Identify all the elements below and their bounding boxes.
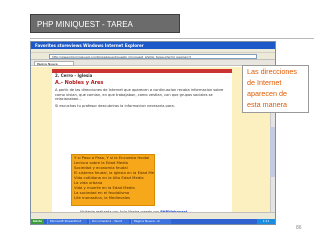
page-second-paragraph: Si escuchas tu profesor descubriras la i…: [55, 103, 175, 108]
annotation-callout: Las direcciones de Internet aparecen de …: [242, 65, 309, 113]
scroll-thumb[interactable]: [270, 127, 275, 177]
slide-page-number: 86: [296, 225, 302, 231]
link-item[interactable]: Life monastica, la Medievales: [72, 195, 154, 200]
taskbar-item[interactable]: Pagina Nueva - In: [131, 219, 171, 224]
browser-window: Favorites storeviews Windows Internet Ex…: [30, 41, 276, 225]
callout-line: de Internet: [247, 78, 282, 87]
windows-taskbar: Inicio Microsoft PowerPoint Documento1 -…: [31, 219, 275, 224]
slide-title: PHP MINIQUEST - TAREA: [30, 14, 180, 33]
taskbar-item[interactable]: Microsoft PowerPoint: [47, 219, 87, 224]
browser-statusbar: [31, 212, 275, 219]
address-bar: http://www.phpminiquest.org/lpl/webquest…: [31, 53, 275, 60]
page-intro-paragraph: A partir de las direcciones de Internet …: [55, 88, 224, 102]
browser-tab[interactable]: Pagina Nueva: [34, 61, 74, 66]
start-button[interactable]: Inicio: [31, 219, 44, 224]
callout-line: esta manera: [247, 100, 287, 109]
callout-line: Las direcciones: [247, 67, 297, 76]
link-list-box: Y si Paso a Paso, Y si la Encuesta feuda…: [71, 154, 155, 206]
slide-divider: [30, 38, 314, 39]
system-clock: 1:11: [257, 219, 275, 224]
callout-line: aparecen de: [247, 89, 287, 98]
browser-titlebar: Favorites storeviews Windows Internet Ex…: [31, 42, 275, 49]
page-heading: A.- Nobles y Ares: [55, 80, 104, 86]
taskbar-item[interactable]: Documento1 - Word: [89, 219, 129, 224]
address-input[interactable]: http://www.phpminiquest.org/lpl/webquest…: [49, 54, 257, 59]
